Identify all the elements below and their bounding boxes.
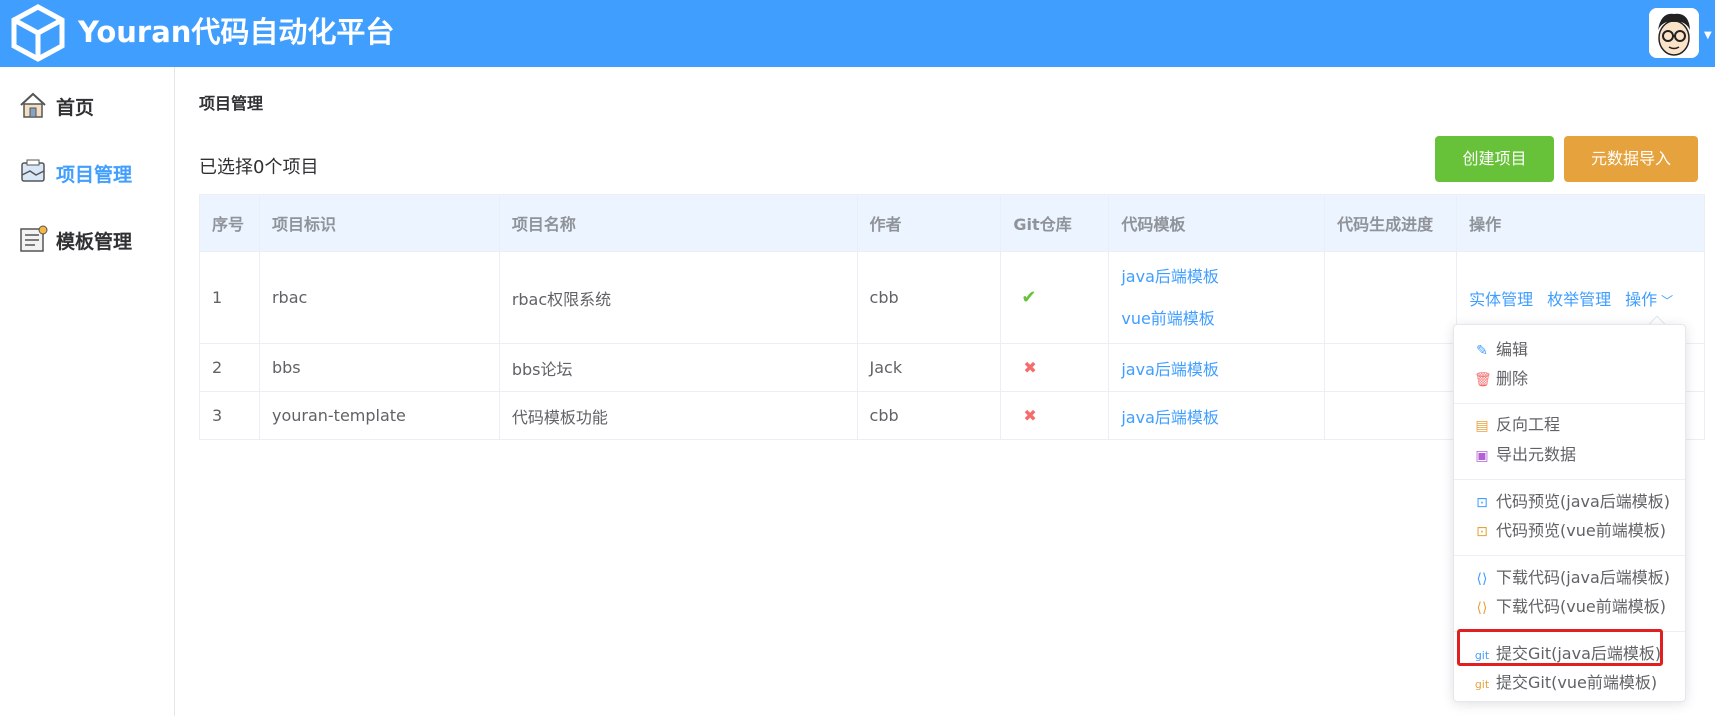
download-icon: ⟨⟩ bbox=[1476, 600, 1488, 616]
import-metadata-button[interactable]: 元数据导入 bbox=[1564, 136, 1698, 182]
avatar-caret-icon[interactable]: ▼ bbox=[1704, 30, 1712, 41]
menu-item-preview-java[interactable]: ⊡ 代码预览(java后端模板) bbox=[1454, 487, 1685, 517]
cell-author: cbb bbox=[856, 391, 1002, 440]
breadcrumb: 项目管理 bbox=[199, 94, 264, 113]
cell-no: 1 bbox=[199, 251, 260, 344]
table-header-row: 序号 项目标识 项目名称 作者 Git仓库 代码模板 代码生成进度 操作 bbox=[199, 194, 1705, 252]
top-header: Youran代码自动化平台 ▼ bbox=[0, 0, 1715, 67]
more-actions-dropdown[interactable]: 操作 ﹀ bbox=[1625, 286, 1673, 310]
template-link[interactable]: java后端模板 bbox=[1121, 256, 1324, 298]
reverse-icon: ▤ bbox=[1475, 418, 1489, 434]
cell-author: Jack bbox=[856, 343, 1002, 392]
template-link[interactable]: vue前端模板 bbox=[1121, 298, 1324, 340]
menu-item-label: 提交Git(vue前端模板) bbox=[1496, 673, 1658, 692]
menu-item-delete[interactable]: 🗑 删除 bbox=[1454, 364, 1685, 394]
menu-item-reverse-engineering[interactable]: ▤ 反向工程 bbox=[1454, 410, 1685, 440]
column-header-progress: 代码生成进度 bbox=[1324, 194, 1458, 252]
sidebar-item-label: 首页 bbox=[56, 97, 95, 119]
cell-progress bbox=[1324, 251, 1458, 344]
cell-template: java后端模板 bbox=[1108, 343, 1326, 392]
user-avatar[interactable] bbox=[1649, 8, 1699, 58]
menu-item-label: 代码预览(java后端模板) bbox=[1496, 492, 1671, 511]
cross-icon: ✖ bbox=[1023, 406, 1037, 425]
cross-icon: ✖ bbox=[1023, 358, 1037, 377]
menu-item-export-metadata[interactable]: ▣ 导出元数据 bbox=[1454, 440, 1685, 470]
cell-template: java后端模板 bbox=[1108, 391, 1326, 440]
preview-icon: ⊡ bbox=[1476, 495, 1488, 511]
column-header-name: 项目名称 bbox=[498, 194, 858, 252]
column-header-id: 项目标识 bbox=[258, 194, 500, 252]
template-link[interactable]: java后端模板 bbox=[1121, 360, 1219, 379]
preview-icon: ⊡ bbox=[1476, 524, 1488, 540]
cell-id: youran-template bbox=[258, 391, 500, 440]
menu-item-label: 删除 bbox=[1496, 369, 1529, 388]
sidebar-item-project[interactable]: 项目管理 bbox=[0, 144, 174, 200]
cell-id: bbs bbox=[258, 343, 500, 392]
git-icon: git bbox=[1474, 678, 1490, 691]
menu-divider bbox=[1454, 403, 1685, 404]
more-actions-label: 操作 bbox=[1625, 289, 1658, 309]
menu-item-preview-vue[interactable]: ⊡ 代码预览(vue前端模板) bbox=[1454, 516, 1685, 546]
column-header-author: 作者 bbox=[856, 194, 1002, 252]
menu-item-label: 反向工程 bbox=[1496, 415, 1561, 434]
highlight-box bbox=[1457, 629, 1663, 666]
menu-item-label: 导出元数据 bbox=[1496, 445, 1577, 464]
menu-divider bbox=[1454, 555, 1685, 556]
project-icon bbox=[21, 159, 45, 182]
enum-manage-link[interactable]: 枚举管理 bbox=[1547, 286, 1611, 310]
cell-no: 3 bbox=[199, 391, 260, 440]
column-header-actions: 操作 bbox=[1456, 194, 1705, 252]
app-title: Youran代码自动化平台 bbox=[78, 15, 395, 49]
cell-name: 代码模板功能 bbox=[498, 391, 858, 440]
chevron-down-icon: ﹀ bbox=[1661, 293, 1674, 308]
export-icon: ▣ bbox=[1475, 448, 1489, 464]
cell-progress bbox=[1324, 343, 1458, 392]
create-project-button[interactable]: 创建项目 bbox=[1435, 136, 1554, 182]
cell-no: 2 bbox=[199, 343, 260, 392]
menu-item-label: 下载代码(vue前端模板) bbox=[1496, 597, 1666, 616]
column-header-no: 序号 bbox=[199, 194, 260, 252]
menu-item-download-vue[interactable]: ⟨⟩ 下载代码(vue前端模板) bbox=[1454, 592, 1685, 622]
cell-author: cbb bbox=[856, 251, 1002, 344]
menu-item-download-java[interactable]: ⟨⟩ 下载代码(java后端模板) bbox=[1454, 563, 1685, 593]
cell-id: rbac bbox=[258, 251, 500, 344]
template-icon bbox=[20, 225, 48, 252]
cell-git: ✔ bbox=[1000, 251, 1110, 344]
menu-item-label: 代码预览(vue前端模板) bbox=[1496, 521, 1666, 540]
menu-divider bbox=[1454, 479, 1685, 480]
column-header-template: 代码模板 bbox=[1108, 194, 1326, 252]
template-link[interactable]: java后端模板 bbox=[1121, 408, 1219, 427]
selection-count-text: 已选择0个项目 bbox=[199, 157, 319, 178]
cell-progress bbox=[1324, 391, 1458, 440]
column-header-git: Git仓库 bbox=[1000, 194, 1110, 252]
sidebar: 首页 项目管理 模板管理 bbox=[0, 67, 175, 716]
menu-item-label: 编辑 bbox=[1496, 340, 1529, 359]
menu-item-edit[interactable]: ✎ 编辑 bbox=[1454, 335, 1685, 365]
home-icon bbox=[20, 92, 46, 118]
cell-git: ✖ bbox=[1000, 343, 1110, 392]
cell-git: ✖ bbox=[1000, 391, 1110, 440]
cell-name: bbs论坛 bbox=[498, 343, 858, 392]
sidebar-item-label: 项目管理 bbox=[56, 164, 133, 186]
check-icon: ✔ bbox=[1021, 287, 1037, 308]
menu-item-label: 下载代码(java后端模板) bbox=[1496, 568, 1671, 587]
sidebar-item-template[interactable]: 模板管理 bbox=[0, 211, 174, 267]
cell-template: java后端模板 vue前端模板 bbox=[1108, 251, 1326, 344]
edit-icon: ✎ bbox=[1476, 343, 1488, 359]
menu-item-commit-git-vue[interactable]: git 提交Git(vue前端模板) bbox=[1454, 668, 1685, 698]
avatar-face-icon bbox=[1649, 8, 1699, 58]
sidebar-item-home[interactable]: 首页 bbox=[0, 77, 174, 133]
download-icon: ⟨⟩ bbox=[1476, 571, 1488, 587]
entity-manage-link[interactable]: 实体管理 bbox=[1469, 286, 1533, 310]
logo-cube-icon bbox=[11, 4, 65, 62]
sidebar-item-label: 模板管理 bbox=[56, 231, 133, 253]
delete-icon: 🗑 bbox=[1474, 372, 1492, 388]
cell-name: rbac权限系统 bbox=[498, 251, 858, 344]
